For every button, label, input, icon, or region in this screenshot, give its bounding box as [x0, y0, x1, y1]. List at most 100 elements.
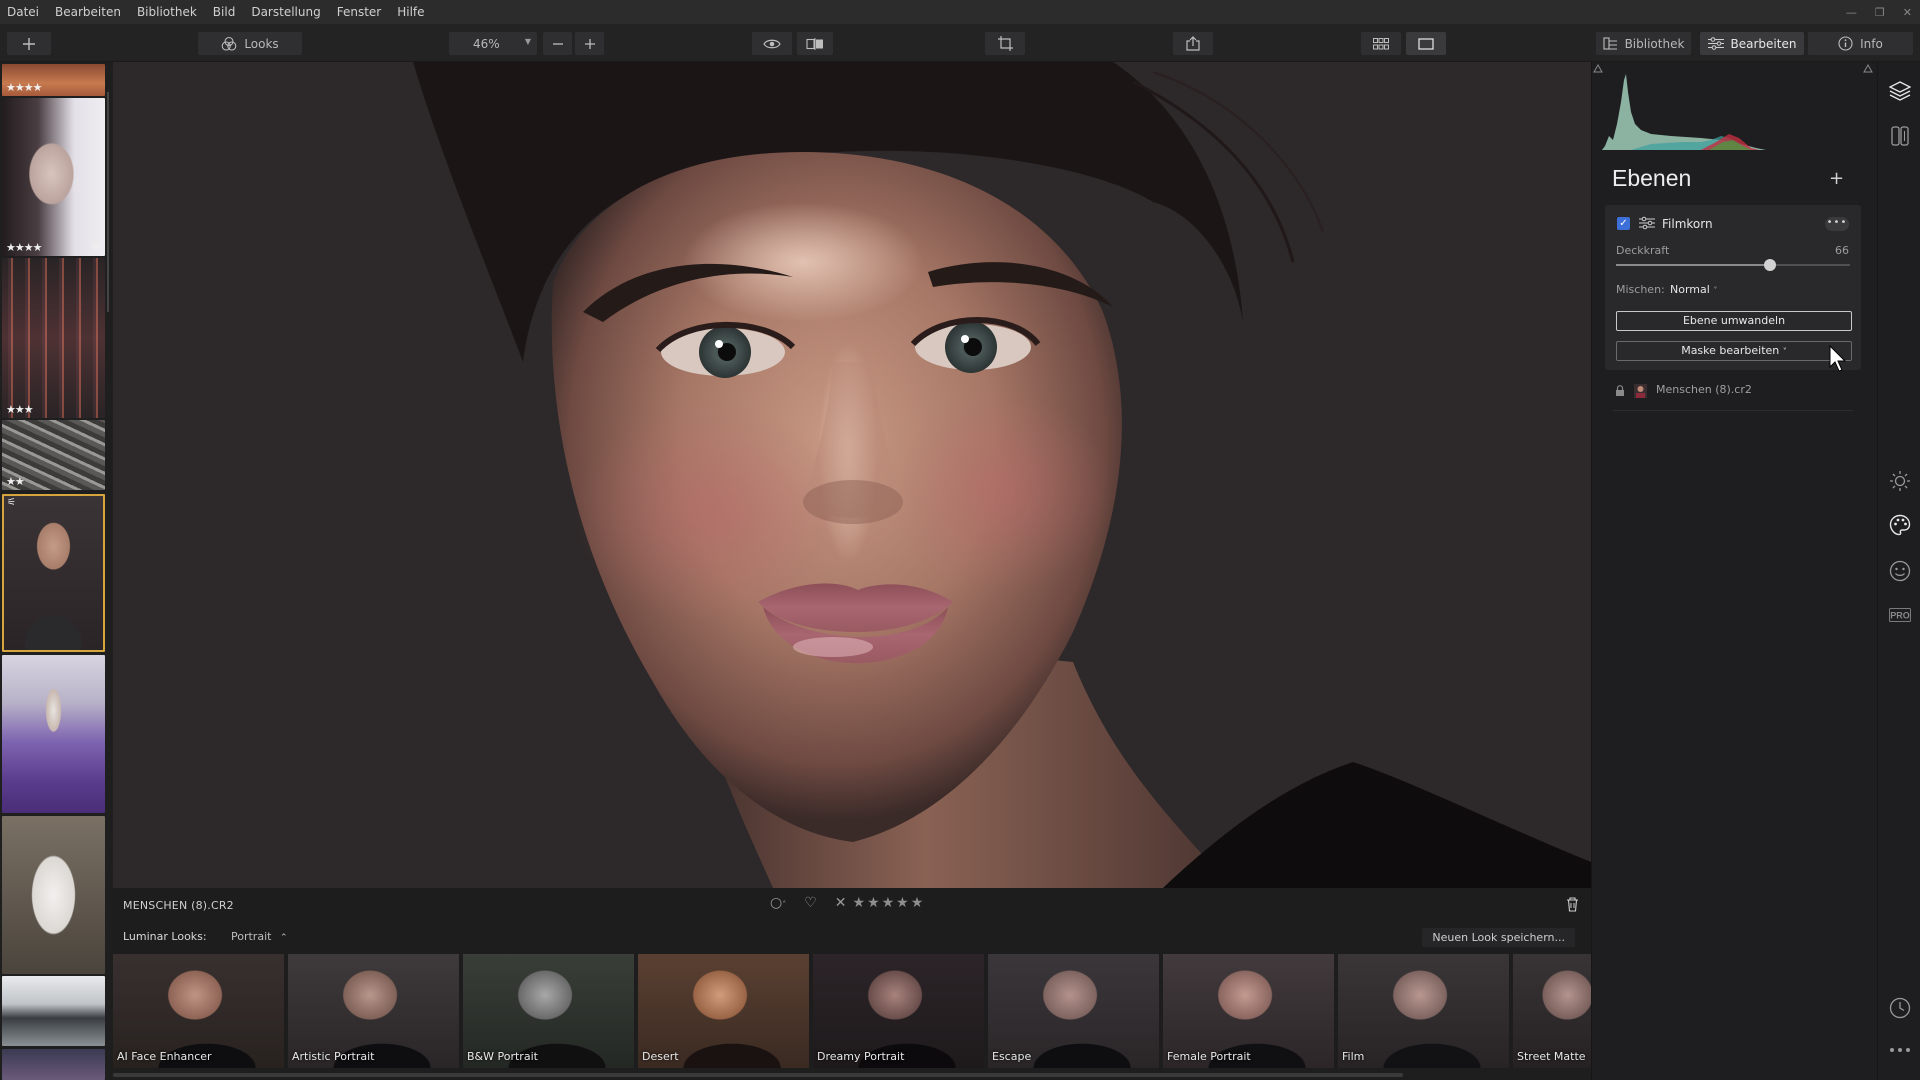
look-tile[interactable]: Artistic Portrait — [288, 954, 459, 1068]
look-tile[interactable]: Street Matte — [1513, 954, 1591, 1068]
svg-text:PRO: PRO — [1890, 611, 1910, 621]
eye-icon — [763, 39, 781, 48]
zoom-value: 46% — [473, 36, 500, 51]
looks-bar: Luminar Looks: Portrait ⌃ Neuen Look spe… — [113, 922, 1591, 952]
image-info-strip: MENSCHEN (8).CR2 ○˄ ♡ ✕ ★★★★★ — [113, 888, 1591, 922]
more-icon[interactable]: ••• — [1825, 217, 1849, 231]
rating-stars: ★★★★ — [6, 81, 42, 94]
filmstrip-thumb-selected[interactable]: ⚟ — [2, 494, 105, 652]
add-layer-icon[interactable]: + — [1829, 170, 1844, 188]
more-options-icon[interactable] — [1889, 1047, 1911, 1053]
opacity-value: 66 — [1835, 244, 1849, 257]
preview-button[interactable] — [752, 32, 792, 55]
menu-bearbeiten[interactable]: Bearbeiten — [47, 0, 129, 25]
looks-strip: AI Face Enhancer Artistic Portrait B&W P… — [113, 952, 1591, 1068]
lock-icon — [1616, 385, 1624, 396]
canvas-tools-icon[interactable] — [1889, 125, 1911, 147]
heart-icon[interactable]: ♡ — [804, 895, 817, 911]
look-tile[interactable]: AI Face Enhancer — [113, 954, 284, 1068]
look-name: Artistic Portrait — [292, 1050, 375, 1063]
edit-mask-button[interactable]: Maske bearbeiten ˅ — [1616, 341, 1852, 361]
menu-datei[interactable]: Datei — [0, 0, 47, 25]
minus-icon — [552, 42, 563, 45]
opacity-slider[interactable] — [1616, 259, 1850, 271]
histogram — [1593, 63, 1873, 150]
filmstrip-thumb[interactable]: ★★ — [2, 420, 105, 490]
looks-scrollbar[interactable] — [113, 1073, 1403, 1077]
look-tile[interactable]: B&W Portrait — [463, 954, 634, 1068]
filmstrip-thumb[interactable] — [2, 655, 105, 813]
look-name: Dreamy Portrait — [817, 1050, 905, 1063]
layer-name: Filmkorn — [1662, 217, 1713, 231]
layers-icon[interactable] — [1889, 80, 1911, 102]
crop-button[interactable] — [985, 32, 1025, 55]
look-tile[interactable]: Escape — [988, 954, 1159, 1068]
filmstrip-thumb[interactable] — [2, 1049, 105, 1080]
grid-view-button[interactable] — [1361, 32, 1401, 55]
look-tile[interactable]: Dreamy Portrait — [813, 954, 984, 1068]
plus-icon — [23, 37, 35, 50]
sun-icon[interactable] — [1889, 470, 1911, 492]
look-name: Female Portrait — [1167, 1050, 1251, 1063]
zoom-dropdown[interactable]: 46% ▼ — [449, 32, 537, 55]
looks-button[interactable]: Looks — [198, 32, 302, 55]
close-icon[interactable]: ✕ — [1903, 6, 1912, 19]
filmstrip-scrollbar[interactable] — [107, 92, 109, 312]
look-name: AI Face Enhancer — [117, 1050, 212, 1063]
single-view-button[interactable] — [1406, 32, 1446, 55]
single-view-icon — [1418, 37, 1434, 50]
look-name: Film — [1342, 1050, 1365, 1063]
pro-tools-icon[interactable]: PRO — [1889, 608, 1911, 622]
color-label-icon[interactable]: ○˄ — [770, 895, 786, 911]
save-look-button[interactable]: Neuen Look speichern... — [1422, 928, 1575, 947]
minimize-icon[interactable]: — — [1846, 6, 1857, 19]
restore-icon[interactable]: ❐ — [1875, 6, 1885, 19]
menu-bibliothek[interactable]: Bibliothek — [129, 0, 205, 25]
looks-icon — [221, 36, 237, 51]
menu-fenster[interactable]: Fenster — [329, 0, 390, 25]
base-layer-name: Menschen (8).cr2 — [1656, 383, 1752, 396]
export-button[interactable] — [1173, 32, 1213, 55]
opacity-slider-fill — [1616, 264, 1771, 266]
filmstrip-thumb[interactable]: ★★★ — [2, 258, 105, 418]
zoom-in-button[interactable] — [575, 32, 604, 55]
opacity-slider-knob[interactable] — [1764, 259, 1777, 271]
blend-mode-dropdown[interactable]: Normal ˅ — [1670, 283, 1717, 296]
plus-icon — [584, 38, 595, 49]
rating-stars: ★★★★ — [6, 241, 42, 254]
filmstrip-thumb[interactable]: ★★★★ — [2, 64, 105, 96]
menu-darstellung[interactable]: Darstellung — [243, 0, 328, 25]
compare-button[interactable] — [797, 32, 833, 55]
look-tile[interactable]: Film — [1338, 954, 1509, 1068]
filmstrip-thumb[interactable]: ★★★★ ♥ — [2, 98, 105, 256]
image-canvas[interactable] — [113, 62, 1591, 888]
chevron-down-icon: ▼ — [524, 37, 531, 46]
look-tile[interactable]: Female Portrait — [1163, 954, 1334, 1068]
menu-hilfe[interactable]: Hilfe — [389, 0, 432, 25]
looks-label: Looks — [244, 36, 279, 51]
opacity-label: Deckkraft — [1616, 244, 1670, 257]
tab-info[interactable]: Info — [1808, 32, 1913, 55]
share-icon — [1186, 36, 1200, 51]
trash-icon[interactable] — [1566, 897, 1579, 912]
add-image-button[interactable] — [7, 32, 51, 55]
face-icon[interactable] — [1889, 560, 1911, 582]
menu-bild[interactable]: Bild — [205, 0, 244, 25]
tab-bibliothek[interactable]: Bibliothek — [1596, 32, 1691, 55]
layer-visibility-checkbox[interactable]: ✓ — [1617, 217, 1630, 230]
star-rating[interactable]: ★★★★★ — [853, 895, 926, 911]
convert-layer-button[interactable]: Ebene umwandeln — [1616, 311, 1852, 331]
look-tile[interactable]: Desert — [638, 954, 809, 1068]
base-layer-row[interactable]: Menschen (8).cr2 — [1613, 383, 1853, 411]
image-filename: MENSCHEN (8).CR2 — [123, 899, 234, 912]
history-icon[interactable] — [1889, 997, 1911, 1019]
portrait-photo — [113, 62, 1591, 888]
reject-icon[interactable]: ✕ — [835, 895, 847, 911]
looks-category-dropdown[interactable]: Portrait ⌃ — [231, 930, 288, 943]
palette-icon[interactable] — [1889, 514, 1911, 536]
filmstrip-thumb[interactable] — [2, 816, 105, 974]
image-layer-icon — [1634, 384, 1647, 398]
zoom-out-button[interactable] — [543, 32, 572, 55]
filmstrip-thumb[interactable] — [2, 976, 105, 1046]
tab-bearbeiten[interactable]: Bearbeiten — [1700, 32, 1804, 55]
